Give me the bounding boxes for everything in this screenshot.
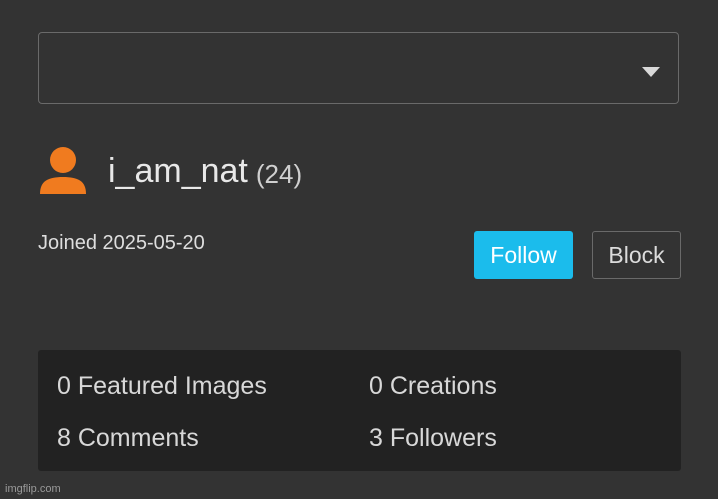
stat-comments[interactable]: 8 Comments bbox=[57, 424, 199, 453]
user-avatar-icon bbox=[40, 147, 86, 194]
user-header: i_am_nat (24) bbox=[38, 146, 302, 196]
stat-followers[interactable]: 3 Followers bbox=[369, 424, 497, 453]
profile-dropdown[interactable] bbox=[38, 32, 679, 104]
watermark: imgflip.com bbox=[5, 483, 61, 495]
username: i_am_nat bbox=[108, 152, 248, 190]
stats-panel: 0 Featured Images 0 Creations 8 Comments… bbox=[38, 350, 681, 471]
joined-date: Joined 2025-05-20 bbox=[38, 232, 205, 254]
stat-creations[interactable]: 0 Creations bbox=[369, 372, 497, 401]
follow-button[interactable]: Follow bbox=[474, 231, 573, 279]
block-button[interactable]: Block bbox=[592, 231, 681, 279]
caret-down-icon bbox=[642, 67, 660, 77]
stat-featured-images[interactable]: 0 Featured Images bbox=[57, 372, 267, 401]
user-points: (24) bbox=[255, 159, 303, 189]
